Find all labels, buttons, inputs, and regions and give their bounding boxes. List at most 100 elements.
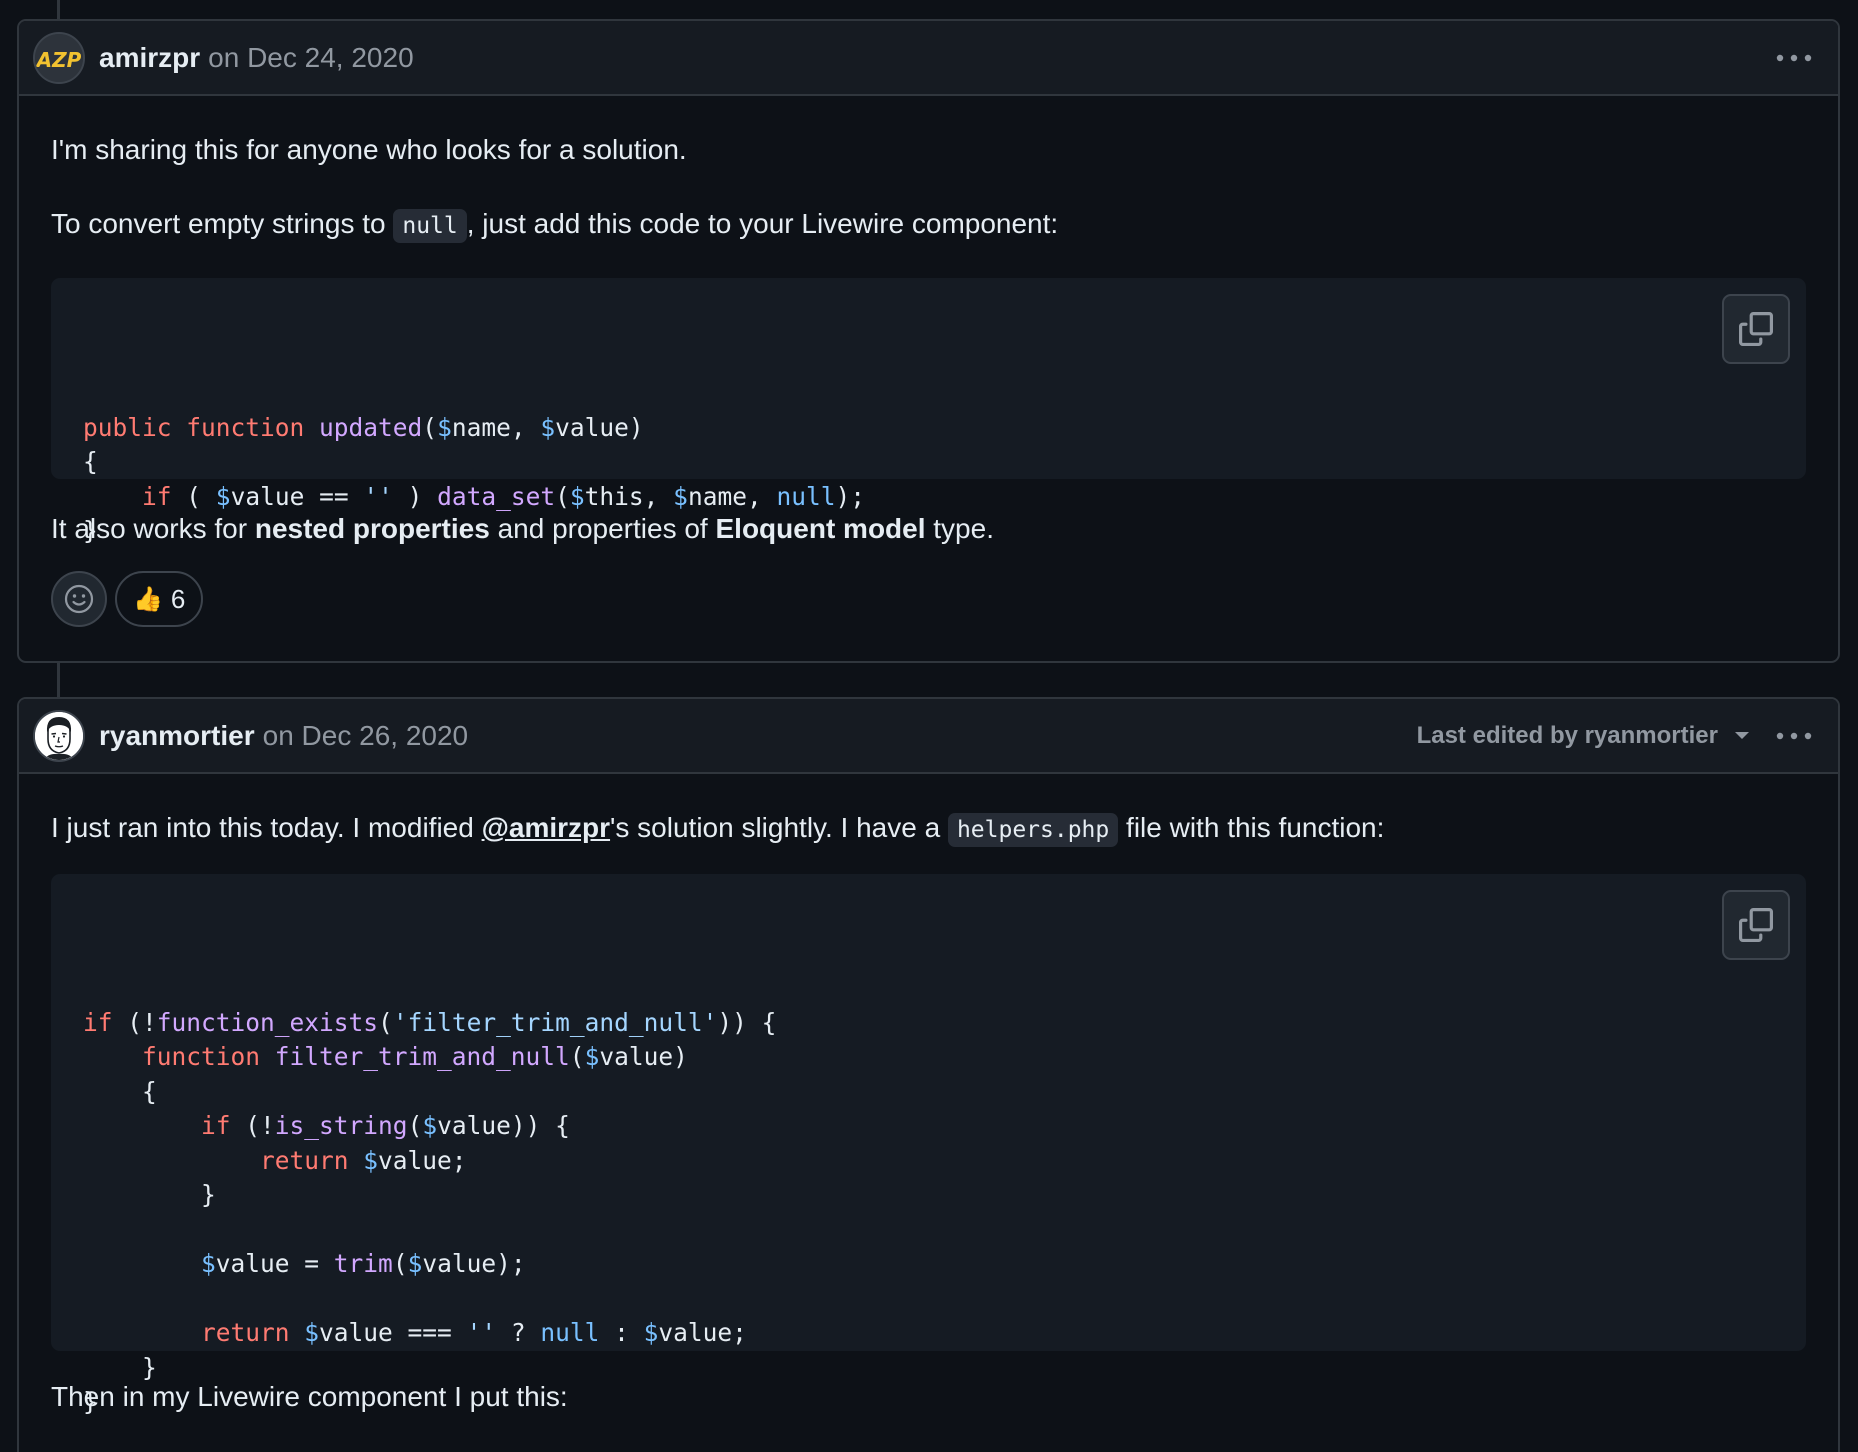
code-token: '' (466, 1318, 497, 1347)
code-token: } (83, 1180, 216, 1209)
code-token: function (142, 1042, 275, 1071)
code-line: function filter_trim_and_null($value) (83, 1040, 1774, 1075)
comment-body: I'm sharing this for anyone who looks fo… (19, 96, 1838, 627)
code-line: return $value === '' ? null : $value; (83, 1316, 1774, 1351)
copy-code-button[interactable] (1722, 890, 1790, 960)
code-line: { (83, 445, 1774, 480)
avatar-image: AZP (35, 33, 83, 82)
paragraph-text: , just add this code to your Livewire co… (466, 208, 1059, 239)
code-token: return (201, 1318, 305, 1347)
kebab-icon (1776, 54, 1812, 61)
code-token: this, (584, 481, 674, 511)
code-content: public function updated($name, $value){ … (83, 411, 1774, 549)
user-mention-link[interactable]: @amirzpr (482, 812, 610, 843)
comment-body: I just ran into this today. I modified @… (19, 774, 1838, 1417)
avatar[interactable]: AZP (33, 31, 85, 84)
edit-history-dropdown[interactable]: Last edited by ryanmortier (1417, 722, 1764, 750)
code-token: $ (437, 412, 452, 442)
code-token: ( (422, 412, 438, 442)
copy-icon (1739, 908, 1773, 942)
comment-header: AZP amirzpr on Dec 24, 2020 (19, 21, 1838, 96)
code-block: public function updated($name, $value){ … (51, 278, 1806, 545)
code-token: ? (496, 1318, 541, 1347)
code-token: value)) { (437, 1111, 570, 1140)
comment-author[interactable]: ryanmortier (99, 720, 255, 752)
code-line: if (!is_string($value)) { (83, 1109, 1774, 1144)
code-token: name, (687, 481, 777, 511)
code-token: updated (319, 412, 423, 442)
code-line: public function updated($name, $value) (83, 411, 1774, 446)
code-token: (! (230, 1111, 275, 1140)
code-token: ( (378, 1007, 393, 1037)
code-line: ​ (83, 1282, 1774, 1317)
comment-paragraph: I just ran into this today. I modified @… (51, 808, 1806, 850)
paragraph-text: I'm sharing this for anyone who looks fo… (51, 134, 687, 165)
code-token: value); (422, 1249, 526, 1278)
comment-amirzpr: AZP amirzpr on Dec 24, 2020 I'm sharing … (17, 19, 1840, 663)
code-token: } (83, 1352, 157, 1382)
code-token: ( (555, 481, 570, 511)
code-block: if (!function_exists('filter_trim_and_nu… (51, 874, 1806, 1416)
code-token: ( (392, 1249, 408, 1278)
copy-icon (1739, 312, 1773, 346)
code-line: return $value; (83, 1144, 1774, 1179)
code-token: : (599, 1318, 644, 1347)
code-token: $ (584, 1042, 600, 1071)
code-token: )) { (717, 1007, 777, 1037)
code-token: value; (378, 1145, 467, 1175)
code-token: $ (215, 481, 231, 511)
timeline-line-top (57, 0, 60, 19)
code-token: value == (230, 481, 364, 511)
code-token: return (260, 1145, 364, 1175)
code-token: $ (673, 481, 688, 511)
comment-paragraph: To convert empty strings to null, just a… (51, 204, 1806, 246)
code-line: } (83, 1385, 1774, 1420)
code-line: if ( $value == '' ) data_set($this, $nam… (83, 480, 1774, 515)
code-token: value = (215, 1249, 334, 1278)
code-token: { (83, 1076, 157, 1106)
comment-date[interactable]: on Dec 26, 2020 (263, 720, 469, 752)
copy-code-button[interactable] (1722, 294, 1790, 364)
code-token: is_string (274, 1111, 408, 1140)
comment-date[interactable]: on Dec 24, 2020 (208, 42, 414, 74)
comment-header: ryanmortier on Dec 26, 2020 Last edited … (19, 699, 1838, 774)
code-token: $ (643, 1318, 659, 1347)
paragraph-text: file with this function: (1118, 812, 1385, 843)
code-token: (! (112, 1007, 157, 1037)
code-token: name, (451, 412, 541, 442)
code-token: $ (304, 1318, 320, 1347)
code-line: { (83, 1075, 1774, 1110)
code-line: ​ (83, 1213, 1774, 1248)
kebab-icon (1776, 732, 1812, 739)
timeline-line-middle (57, 663, 60, 699)
edited-label: Last edited by ryanmortier (1416, 721, 1718, 749)
code-token: ( (407, 1111, 423, 1140)
code-token: value === (319, 1318, 467, 1347)
code-token: 'filter_trim_and_null' (392, 1007, 718, 1037)
code-token: $ (569, 481, 585, 511)
code-token: if (83, 1007, 113, 1037)
code-token: $ (363, 1145, 379, 1175)
avatar[interactable] (33, 709, 85, 762)
code-token: ( (171, 481, 216, 511)
code-token: if (142, 481, 172, 511)
paragraph-text: I just ran into this today. I modified (51, 812, 482, 843)
comment-author[interactable]: amirzpr (99, 42, 200, 74)
code-line: if (!function_exists('filter_trim_and_nu… (83, 1006, 1774, 1041)
comment-options-button[interactable] (1764, 716, 1824, 756)
caret-down-icon (1735, 731, 1749, 739)
code-token: if (201, 1111, 231, 1140)
code-token: public (83, 412, 187, 442)
comment-options-button[interactable] (1764, 38, 1824, 78)
code-token: ); (835, 481, 865, 511)
code-token: { (83, 447, 98, 476)
code-token: value; (658, 1318, 747, 1347)
avatar-logo-text: AZP (35, 48, 82, 72)
code-line: } (83, 1178, 1774, 1213)
avatar-image (35, 711, 83, 760)
